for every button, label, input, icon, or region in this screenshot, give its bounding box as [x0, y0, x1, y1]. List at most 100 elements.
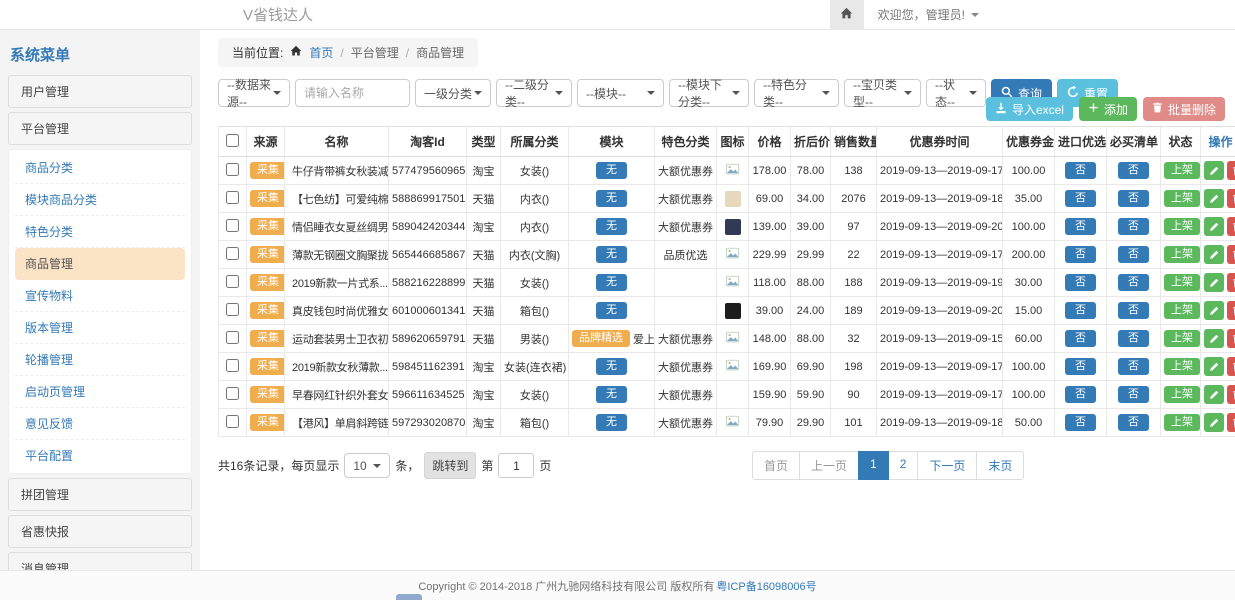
- cell-price: 39.00: [749, 297, 791, 325]
- sidebar-group-平台管理[interactable]: 平台管理: [8, 112, 192, 145]
- sidebar-item-启动页管理[interactable]: 启动页管理: [15, 376, 185, 408]
- sidebar-item-特色分类[interactable]: 特色分类: [15, 216, 185, 248]
- cell-discount-price: 24.00: [791, 297, 831, 325]
- cell-category: 内衣(): [501, 213, 569, 241]
- sidebar-item-宣传物料[interactable]: 宣传物料: [15, 280, 185, 312]
- delete-button[interactable]: [1227, 413, 1235, 432]
- pager-button-上一页[interactable]: 上一页: [799, 451, 859, 480]
- delete-button[interactable]: [1227, 301, 1235, 320]
- icp-link[interactable]: 粤ICP备16098006号: [716, 578, 816, 594]
- home-button[interactable]: [830, 0, 864, 29]
- delete-button[interactable]: [1227, 357, 1235, 376]
- edit-button[interactable]: [1204, 273, 1224, 292]
- sidebar-item-平台配置[interactable]: 平台配置: [15, 440, 185, 471]
- edit-button[interactable]: [1204, 217, 1224, 236]
- user-menu[interactable]: 欢迎您，管理员!: [878, 6, 979, 23]
- edit-button[interactable]: [1204, 189, 1224, 208]
- sidebar-submenu: 商品分类模块商品分类特色分类商品管理宣传物料版本管理轮播管理启动页管理意见反馈平…: [8, 149, 192, 474]
- filter-select-一级分类[interactable]: 一级分类: [415, 79, 491, 107]
- pager-button-1[interactable]: 1: [858, 451, 889, 480]
- delete-button[interactable]: [1227, 245, 1235, 264]
- import-excel-button[interactable]: 导入excel: [986, 97, 1073, 121]
- filter-select-二级分类[interactable]: --二级分类--: [496, 79, 572, 107]
- cell-coupon-amount: 100.00: [1003, 157, 1055, 185]
- must-buy-badge: 否: [1118, 330, 1149, 347]
- row-checkbox[interactable]: [226, 275, 239, 288]
- sidebar-item-版本管理[interactable]: 版本管理: [15, 312, 185, 344]
- edit-button[interactable]: [1204, 357, 1224, 376]
- pager-button-2[interactable]: 2: [888, 451, 919, 480]
- filter-select-模块下分类[interactable]: --模块下分类--: [669, 79, 749, 107]
- sidebar-item-意见反馈[interactable]: 意见反馈: [15, 408, 185, 440]
- select-all-checkbox[interactable]: [226, 134, 239, 147]
- cell-checkbox: [219, 185, 247, 213]
- sidebar-group-拼团管理[interactable]: 拼团管理: [8, 478, 192, 511]
- source-badge: 采集: [250, 358, 285, 375]
- delete-button[interactable]: [1227, 189, 1235, 208]
- sidebar-group-用户管理[interactable]: 用户管理: [8, 75, 192, 108]
- sidebar-item-商品分类[interactable]: 商品分类: [15, 152, 185, 184]
- row-checkbox[interactable]: [226, 247, 239, 260]
- edit-button[interactable]: [1204, 245, 1224, 264]
- row-checkbox[interactable]: [226, 415, 239, 428]
- delete-button[interactable]: [1227, 385, 1235, 404]
- cell-price: 159.90: [749, 381, 791, 409]
- sidebar-item-商品管理[interactable]: 商品管理: [15, 248, 185, 280]
- cell-status: 上架: [1161, 297, 1201, 325]
- filter-select-模块[interactable]: --模块--: [577, 79, 664, 107]
- cell-taoke-id: 601000601341: [389, 297, 467, 325]
- sidebar-group-消息管理[interactable]: 消息管理: [8, 552, 192, 570]
- cell-coupon-time: 2019-09-13—2019-09-20: [877, 213, 1003, 241]
- cell-category: 女装(): [501, 269, 569, 297]
- delete-button[interactable]: [1227, 273, 1235, 292]
- edit-button[interactable]: [1204, 413, 1224, 432]
- filter-select-数据来源[interactable]: --数据来源--: [218, 79, 290, 107]
- filter-select-宝贝类型[interactable]: --宝贝类型--: [844, 79, 921, 107]
- pager-button-下一页[interactable]: 下一页: [917, 451, 977, 480]
- pager-button-末页[interactable]: 末页: [976, 451, 1024, 480]
- cell-import-select: 否: [1055, 213, 1107, 241]
- delete-button[interactable]: [1227, 329, 1235, 348]
- edit-button[interactable]: [1204, 161, 1224, 180]
- breadcrumb-home-link[interactable]: 首页: [309, 44, 333, 61]
- cell-sales: 90: [831, 381, 877, 409]
- cell-checkbox: [219, 353, 247, 381]
- page-number-input[interactable]: [498, 453, 534, 478]
- row-checkbox[interactable]: [226, 359, 239, 372]
- row-checkbox[interactable]: [226, 191, 239, 204]
- row-checkbox[interactable]: [226, 331, 239, 344]
- import-select-badge: 否: [1065, 358, 1096, 375]
- per-page-select[interactable]: 10: [344, 453, 390, 478]
- cell-category: 女装(): [501, 381, 569, 409]
- row-checkbox[interactable]: [226, 387, 239, 400]
- edit-button[interactable]: [1204, 329, 1224, 348]
- filter-select-特色分类[interactable]: --特色分类--: [754, 79, 839, 107]
- cell-coupon-amount: 200.00: [1003, 241, 1055, 269]
- edit-button[interactable]: [1204, 385, 1224, 404]
- cell-import-select: 否: [1055, 297, 1107, 325]
- cell-price: 139.00: [749, 213, 791, 241]
- must-buy-badge: 否: [1118, 386, 1149, 403]
- cell-price: 118.00: [749, 269, 791, 297]
- cell-icon: [717, 185, 749, 213]
- name-search-input[interactable]: [295, 79, 410, 107]
- delete-button[interactable]: [1227, 161, 1235, 180]
- sidebar-group-省惠快报[interactable]: 省惠快报: [8, 515, 192, 548]
- delete-button[interactable]: [1227, 217, 1235, 236]
- filter-select-状态[interactable]: --状态--: [926, 79, 986, 107]
- cell-status: 上架: [1161, 325, 1201, 353]
- row-checkbox[interactable]: [226, 303, 239, 316]
- cell-sales: 189: [831, 297, 877, 325]
- cell-taoke-id: 588216228899: [389, 269, 467, 297]
- cell-actions: [1201, 297, 1235, 325]
- add-button[interactable]: 添加: [1079, 97, 1137, 121]
- sidebar-item-模块商品分类[interactable]: 模块商品分类: [15, 184, 185, 216]
- pager-button-首页[interactable]: 首页: [752, 451, 800, 480]
- module-badge: 无: [596, 218, 627, 235]
- sidebar-item-轮播管理[interactable]: 轮播管理: [15, 344, 185, 376]
- batch-delete-button[interactable]: 批量删除: [1143, 97, 1225, 121]
- row-checkbox[interactable]: [226, 163, 239, 176]
- jump-button[interactable]: 跳转到: [424, 452, 476, 479]
- row-checkbox[interactable]: [226, 219, 239, 232]
- edit-button[interactable]: [1204, 301, 1224, 320]
